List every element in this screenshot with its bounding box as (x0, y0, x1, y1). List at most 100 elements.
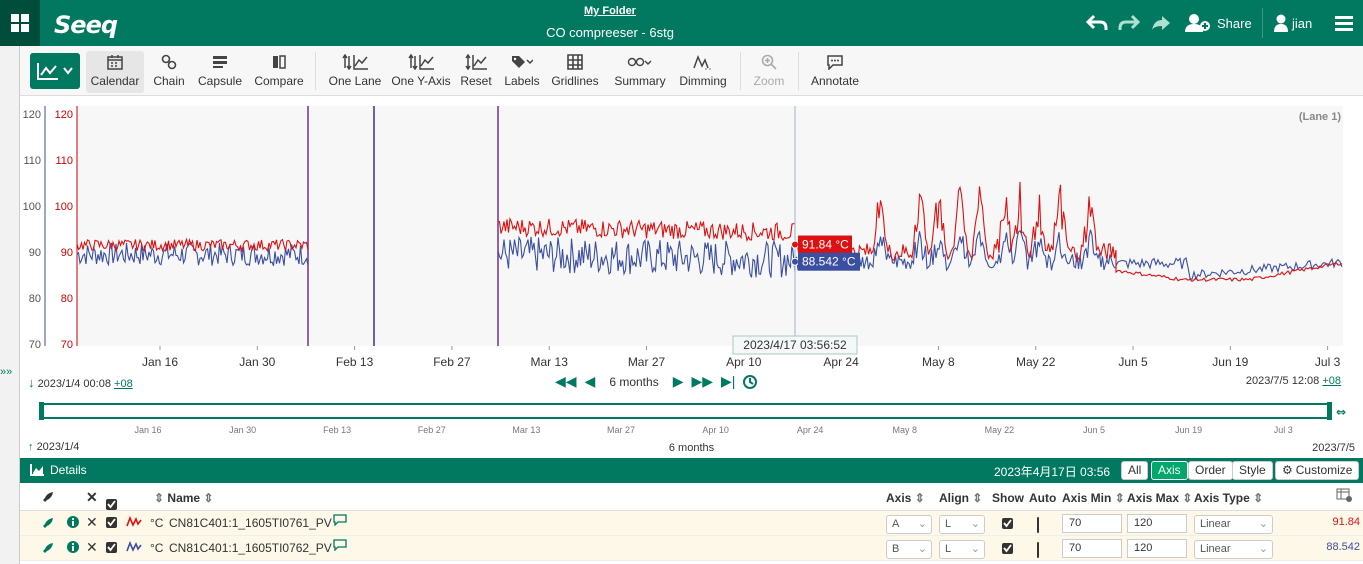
capsule-icon (194, 52, 246, 72)
details-style-button[interactable]: Style (1232, 461, 1273, 480)
tool-one-lane[interactable]: One Lane (325, 52, 385, 92)
axis-type-select[interactable]: Linear ⌄ (1194, 540, 1273, 559)
show-checkbox[interactable] (1002, 543, 1013, 554)
step-forward-far-icon[interactable]: ▶▶ (691, 373, 713, 390)
auto-update-icon[interactable] (743, 374, 758, 389)
x-tick-label: May 8 (922, 355, 955, 369)
header-axis-type[interactable]: Axis Type ⇕ (1194, 491, 1263, 505)
cursor-point (791, 240, 799, 249)
tool-labels[interactable]: Labels (502, 52, 542, 92)
annotation-bubble-icon[interactable] (333, 514, 347, 529)
tool-annotate[interactable]: Annotate (806, 52, 864, 92)
step-back-far-icon[interactable]: ◀◀ (555, 373, 577, 390)
signal-row[interactable]: ✕ °C CN81C401:1_1605TI0762_PV B ⌄ L ⌄ 70 120 Line… (20, 536, 1363, 561)
annotation-bubble-icon[interactable] (333, 539, 347, 554)
overview-range-selector[interactable] (41, 403, 1331, 419)
align-select[interactable]: L ⌄ (939, 540, 985, 559)
tool-gridlines[interactable]: Gridlines (548, 52, 602, 92)
overview-left-handle[interactable] (39, 402, 44, 420)
gridlines-icon (548, 52, 602, 72)
axis-select[interactable]: B ⌄ (886, 540, 932, 559)
trend-chart-svg[interactable]: 120 110 100 90 80 70 120 110 100 90 80 70 (Lane 1) Ja… (20, 96, 1363, 396)
range-end-timezone[interactable]: +08 (1322, 375, 1341, 387)
y-tick-label: 70 (29, 339, 41, 351)
tool-dimming[interactable]: Dimming (674, 52, 732, 92)
overview-tick-label: May 22 (985, 425, 1015, 435)
header-remove-icon[interactable]: ✕ (86, 489, 98, 506)
axis-max-input[interactable]: 120 (1127, 514, 1187, 533)
axis-max-input[interactable]: 120 (1127, 539, 1187, 558)
hamburger-menu-icon[interactable] (1335, 0, 1353, 46)
overview-tick-label: Apr 24 (797, 425, 824, 435)
header-axis[interactable]: Axis ⇕ (886, 491, 925, 505)
forward-icon[interactable] (1150, 0, 1172, 46)
share-button[interactable]: Share (1185, 0, 1252, 46)
tool-summary[interactable]: Summary (612, 52, 668, 92)
overview-tick-label: Mar 13 (512, 425, 540, 435)
tool-zoom[interactable]: Zoom (748, 52, 790, 92)
rocket-icon[interactable] (42, 517, 54, 532)
y-tick-label: 110 (55, 155, 73, 167)
y-tick-label: 120 (55, 109, 73, 121)
header-name[interactable]: ⇕ Name ⇕ (154, 491, 214, 505)
overview-tick-label: Feb 13 (323, 425, 351, 435)
column-settings-icon[interactable] (1336, 488, 1352, 505)
axis-type-select[interactable]: Linear ⌄ (1194, 515, 1273, 534)
row-checkbox[interactable] (106, 517, 117, 528)
tool-compare[interactable]: Compare (248, 52, 310, 92)
tool-capsule[interactable]: Capsule (194, 52, 246, 92)
expand-panel-icon[interactable]: »» (0, 366, 12, 378)
details-order-button[interactable]: Order (1188, 461, 1233, 480)
auto-checkbox[interactable] (1037, 517, 1039, 533)
annotate-icon (806, 52, 864, 72)
undo-icon[interactable] (1086, 0, 1108, 46)
y-tick-label: 100 (55, 201, 73, 213)
align-select[interactable]: L ⌄ (939, 515, 985, 534)
range-duration[interactable]: 6 months (603, 375, 664, 389)
info-icon[interactable] (67, 541, 79, 556)
rocket-icon[interactable] (42, 542, 54, 557)
overview-tick-label: Mar 27 (607, 425, 635, 435)
signal-row[interactable]: ✕ °C CN81C401:1_1605TI0761_PV A ⌄ L ⌄ 70 120 Line… (20, 511, 1363, 536)
tool-one-y-axis[interactable]: One Y-Axis (390, 52, 452, 92)
header-axis-min[interactable]: Axis Min ⇕ (1062, 491, 1125, 505)
details-all-button[interactable]: All (1121, 461, 1149, 480)
details-customize-button[interactable]: ⚙ Customize (1275, 461, 1360, 480)
tool-calendar[interactable]: Calendar (86, 51, 144, 93)
step-to-now-icon[interactable]: ▶| (721, 373, 735, 390)
remove-icon[interactable]: ✕ (86, 539, 98, 556)
axis-select[interactable]: A ⌄ (886, 515, 932, 534)
header-align[interactable]: Align ⇕ (939, 491, 982, 505)
step-back-icon[interactable]: ◀ (585, 373, 596, 390)
redo-icon[interactable] (1118, 0, 1140, 46)
details-axis-button[interactable]: Axis (1151, 461, 1188, 480)
tool-label: Gridlines (551, 74, 599, 88)
show-checkbox[interactable] (1002, 518, 1013, 529)
trend-chart[interactable]: 120 110 100 90 80 70 120 110 100 90 80 70 (Lane 1) Ja… (20, 96, 1363, 396)
user-menu[interactable]: jian (1274, 0, 1312, 46)
remove-icon[interactable]: ✕ (86, 514, 98, 531)
details-chart-icon (30, 464, 44, 479)
x-tick-label: Feb 27 (433, 355, 471, 369)
cursor-time-label: 2023/4/17 03:56:52 (743, 338, 847, 352)
header-axis-max[interactable]: Axis Max ⇕ (1127, 491, 1192, 505)
auto-checkbox[interactable] (1037, 542, 1039, 558)
axis-min-input[interactable]: 70 (1062, 514, 1122, 533)
folder-link[interactable]: My Folder (0, 5, 1220, 17)
tool-chain[interactable]: Chain (146, 52, 192, 92)
range-end-time[interactable]: 2023/7/5 12:08 (1246, 375, 1319, 387)
axis-min-input[interactable]: 70 (1062, 539, 1122, 558)
overview-right-handle[interactable] (1327, 402, 1332, 420)
overview-zoom-out-icon[interactable]: ⇔ (1336, 405, 1346, 419)
tool-reset[interactable]: Reset (456, 52, 496, 92)
view-selector-button[interactable] (30, 53, 80, 89)
range-start-time[interactable]: 2023/1/4 00:08 (38, 378, 111, 390)
range-start-timezone[interactable]: +08 (114, 378, 133, 390)
info-icon[interactable] (67, 516, 79, 531)
tool-label: Summary (614, 74, 666, 88)
step-forward-icon[interactable]: ▶ (673, 373, 684, 390)
row-checkbox[interactable] (106, 542, 117, 553)
signal-name[interactable]: CN81C401:1_1605TI0762_PV (169, 541, 332, 555)
signal-name[interactable]: CN81C401:1_1605TI0761_PV (169, 516, 332, 530)
dimming-icon (674, 52, 732, 72)
